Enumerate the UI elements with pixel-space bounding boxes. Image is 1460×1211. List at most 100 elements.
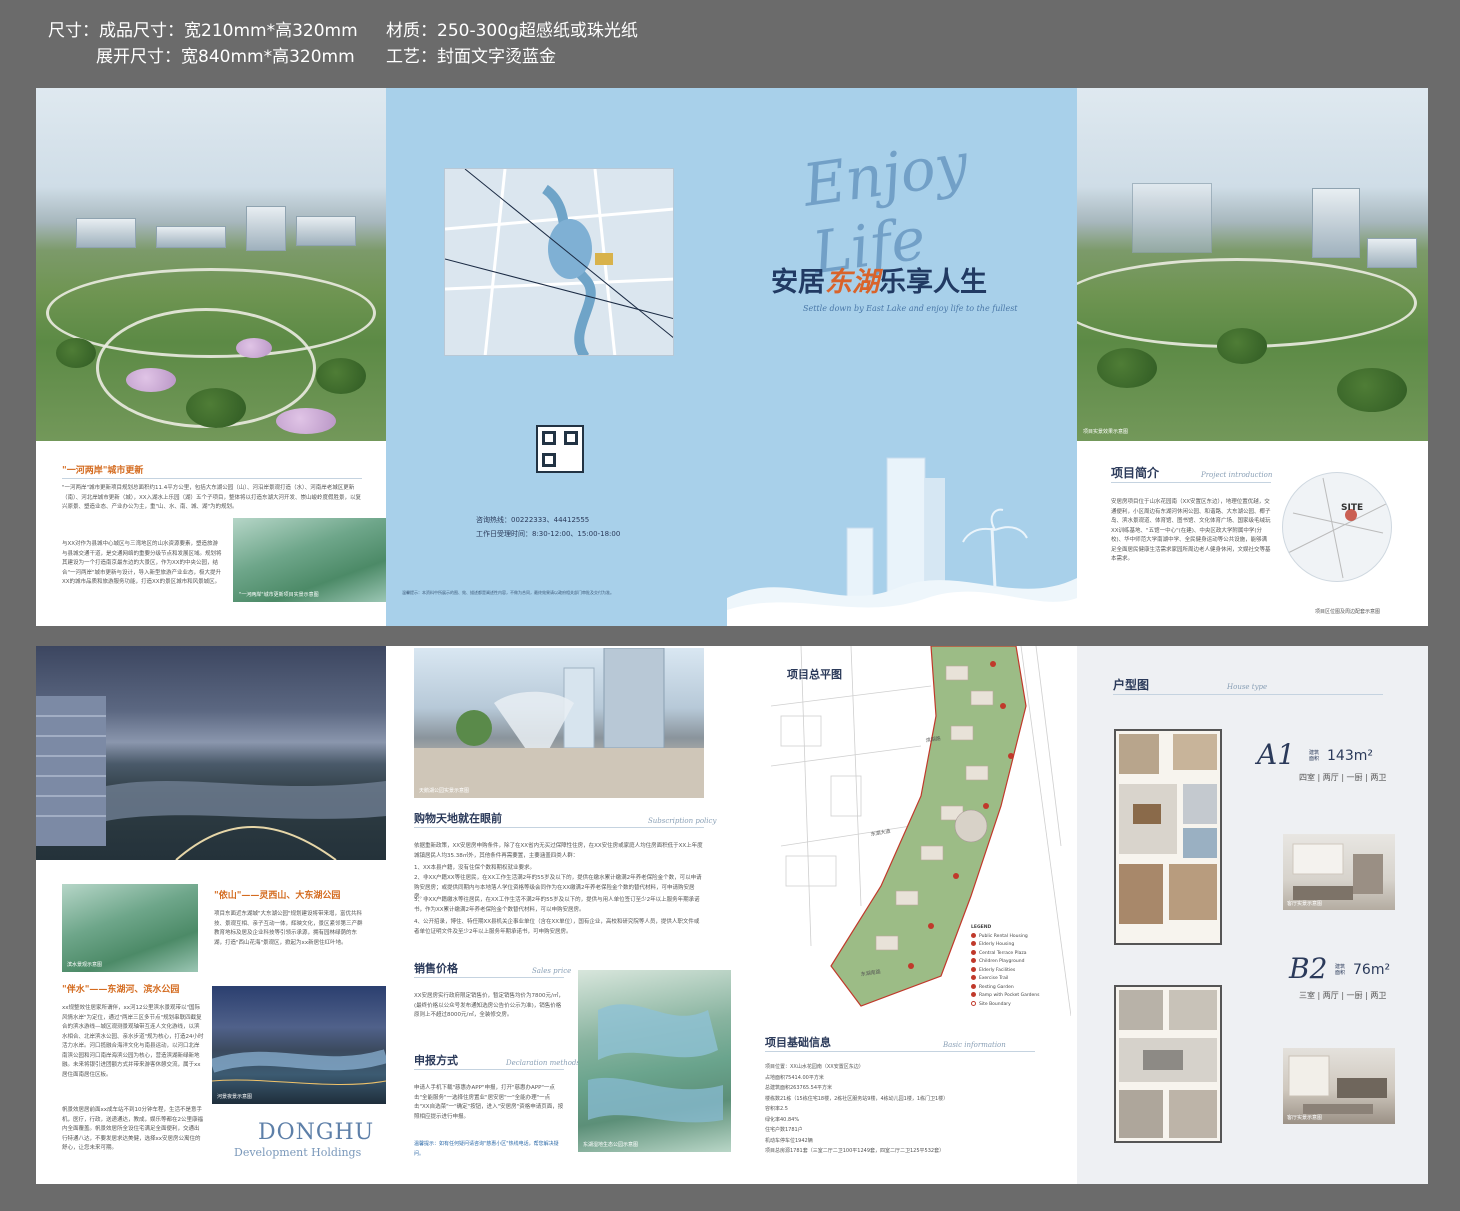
renewal-aerial-thumbnail: "一河两岸"城市更新项目实景示意图	[233, 518, 386, 602]
shopping-title: 购物天地就在眼前	[414, 812, 502, 825]
policy-intro: 依据重新政策，XX安居房申购条件，除了在XX省内无买过保障性住房，在XX安住房或…	[414, 843, 703, 859]
basic-info-title: 项目基础信息	[765, 1036, 831, 1049]
aerial-park-image	[36, 88, 386, 441]
living-body: 帆景效居居前面xx成车站不到10分钟车程，生活不是意手机，医疗，行政，送递通达，…	[62, 1107, 204, 1151]
city-renewal-body-1: "一河两岸"城市更新项目规划总面积约11.4平方公里，包括大东湖公园（山）、河沿…	[62, 485, 362, 510]
office-hours: 工作日受理时间：8:30-12:00、15:00-18:00	[476, 530, 621, 538]
dusk-building-shape	[36, 696, 386, 860]
legend-title: LEGEND	[971, 925, 992, 930]
size-spec: 尺寸：成品尺寸：宽210mm*高320mm 展开尺寸：宽840mm*高320mm	[48, 18, 358, 70]
brochure-outer-side: "一河两岸"城市更新 "一河两岸"城市更新项目规划总面积约11.4平方公里，包括…	[36, 88, 1428, 626]
info-item: 机动车停车位1942辆	[765, 1137, 813, 1144]
apply-tip: 温馨提示：如有任何疑问请咨询"慈惠小区"热线电话，帮您解决疑问。	[414, 1141, 559, 1157]
shopping-subtitle: Subscription policy	[648, 817, 717, 825]
house-a-code: A1	[1257, 738, 1296, 771]
mountain-title: "依山"——灵西山、大东湖公园	[214, 891, 341, 901]
cover-skyline-illustration	[727, 457, 1077, 626]
site-label: SITE	[1341, 503, 1364, 513]
panel-location-map: 咨询热线：00222333、44412555 工作日受理时间：8:30-12:0…	[386, 88, 727, 626]
disclaimer: 温馨提示：本资料中所展示的图、效、描述都是阐述性内容，不做为合同，最终效果请以政…	[402, 590, 614, 595]
legend-item: Elderly Housing	[971, 941, 1039, 950]
legend-item: Elderly Facilities	[971, 966, 1039, 976]
policy-item-3: 3、非XX户籍缴水等往居民，在XX工作生活不满2年的55岁及以下的，提供与用人单…	[414, 897, 700, 913]
info-item: 占地面积75414.00平方米	[765, 1074, 824, 1081]
price-subtitle: Sales price	[532, 967, 572, 975]
house-b-area-label: 建筑面积	[1335, 964, 1346, 976]
info-item: 项目位置：XX山水花园南（XX安置区东边）	[765, 1064, 864, 1070]
site-map-lines	[1287, 477, 1389, 579]
apply-body: 申请人手机下载"慈惠办APP"申报，打开"慈惠办APP"一点击"全能服务"一选择…	[414, 1085, 564, 1120]
size-finished: 尺寸：成品尺寸：宽210mm*高320mm	[48, 21, 358, 41]
project-aerial-image: 项目实景效果示意图	[1077, 88, 1428, 441]
info-item: 总建筑面积263765.54平方米	[765, 1085, 833, 1091]
mountain-body: 项目东面近东湖城"大东湖公园"规划建设将带来增，富优共科技、景观互相、亲子互动一…	[214, 911, 363, 946]
river-night-image: 河景夜景示意图	[212, 986, 386, 1104]
room-a-furniture	[1292, 843, 1383, 900]
house-type-title: 户型图	[1113, 678, 1150, 692]
wetland-park-image: 东湖湿地生态公园示意图	[578, 970, 731, 1152]
info-item: 项目总房源1781套（三室二厅二卫100平1249套，四室二厅二卫125平532…	[765, 1148, 945, 1154]
basic-info-subtitle: Basic information	[943, 1041, 1006, 1049]
floorplan-b2	[1114, 985, 1222, 1143]
house-a-area-label: 建筑面积	[1309, 750, 1320, 762]
dusk-lake-image	[36, 646, 386, 860]
map-roads	[445, 169, 673, 355]
panel-site-plan: 项目总平图 滨湖路 东湖大道 东湖南路 LEGEND Public Rental…	[731, 646, 1077, 1184]
living-room-photo-a: 客厅实景示意图	[1283, 834, 1395, 910]
wetland-water	[588, 1004, 723, 1123]
house-type-subtitle: House type	[1227, 683, 1268, 691]
plaza-structure	[414, 648, 704, 798]
info-item: 绿化率40.84%	[765, 1116, 800, 1123]
project-intro-title: 项目简介	[1111, 466, 1160, 480]
policy-item-1: 1、XX本县户籍，没有住保个数和期权就业要求。	[414, 865, 536, 871]
panel-policy: 天鹅湖公园实景示意图 购物天地就在眼前 Subscription policy …	[386, 646, 731, 1184]
size-unfolded: 展开尺寸：宽840mm*高320mm	[96, 47, 355, 67]
house-a-area: 143m²	[1327, 748, 1373, 764]
project-intro-body: 安居房项目位于山水花园南（XX安置区东边），地理位置优越，交通便利，小区周边有东…	[1111, 499, 1271, 562]
panel-cover: Enjoy Life 安居东湖乐享人生 Settle down by East …	[727, 88, 1077, 626]
legend-item: Site Boundary	[971, 1000, 1039, 1010]
legend-item: Resting Garden	[971, 983, 1039, 993]
legend-item: Exercise Trail	[971, 975, 1039, 984]
process-text: 工艺：封面文字烫蓝金	[386, 47, 556, 67]
price-body: XX安居房实行政府限定销售价，暂定销售均价为7800元/㎡，(最终价格以公众号发…	[414, 993, 564, 1018]
brand-logo-main: DONGHU	[258, 1120, 375, 1145]
price-title: 销售价格	[414, 962, 458, 975]
road-label-2: 东湖大道	[870, 828, 891, 838]
house-b-rooms: 三室 | 两厅 | 一厨 | 两卫	[1299, 991, 1387, 1000]
panel-mountain-water: 滨水景观示意图 "依山"——灵西山、大东湖公园 项目东面近东湖城"大东湖公园"规…	[36, 646, 386, 1184]
location-map	[444, 168, 674, 356]
apply-subtitle: Declaration methods	[506, 1059, 580, 1067]
qr-code[interactable]	[536, 425, 584, 473]
apply-title: 申报方式	[414, 1054, 458, 1067]
room-b-furniture	[1288, 1055, 1387, 1114]
floorplan-a1	[1114, 729, 1222, 945]
water-title: "伴水"——东湖河、滨水公园	[62, 985, 180, 995]
water-body: xx规整效住居家所谓伴，xx河12公里滨水景观带以"国际风情水岸"为定位，通过"…	[62, 1005, 204, 1078]
legend-item: Central Terrace Plaza	[971, 949, 1039, 959]
site-plan-legend: LEGEND Public Rental Housing Elderly Hou…	[971, 924, 1039, 1009]
legend-item: Public Rental Housing	[971, 932, 1039, 942]
east-lake-park-image: 滨水景观示意图	[62, 884, 198, 972]
info-item: 容积率2.5	[765, 1106, 788, 1112]
info-item: 楼栋数21栋（15栋住宅18楼，2栋社区服务站9楼，4栋幼儿园1楼，1栋门卫1楼…	[765, 1095, 949, 1102]
brand-logo-sub: Development Holdings	[234, 1146, 362, 1159]
info-item: 住宅户数1781户	[765, 1127, 803, 1133]
panel-house-types: 户型图 House type A1 建筑面积 143m² 四室 | 两厅 | 一…	[1077, 646, 1428, 1184]
legend-item: Ramp with Pocket Gardens	[971, 992, 1039, 1001]
policy-item-4: 4、公开招录，博住、特任期XX县机关企事业单位（含在XX单位），国有企业，高校和…	[414, 919, 700, 935]
house-b-code: B2	[1289, 952, 1328, 985]
city-renewal-body-2: 与XX对作为县城中心城区与三湾地区的山水资源要素，塑造旅游与县城交通干道，是交通…	[62, 541, 222, 585]
material-text: 材质：250-300g超感纸或珠光纸	[386, 21, 638, 41]
site-location-map: SITE	[1282, 472, 1392, 582]
brochure-inner-side: 滨水景观示意图 "依山"——灵西山、大东湖公园 项目东面近东湖城"大东湖公园"规…	[36, 646, 1428, 1184]
cover-subtitle: Settle down by East Lake and enjoy life …	[803, 304, 1018, 313]
cover-slogan: 安居东湖乐享人生	[771, 267, 987, 298]
material-spec: 材质：250-300g超感纸或珠光纸 工艺：封面文字烫蓝金	[386, 18, 638, 70]
site-map-caption: 项目区位图及周边配套示意图	[1315, 609, 1381, 615]
city-renewal-title: "一河两岸"城市更新	[62, 466, 144, 476]
house-b-area: 76m²	[1353, 962, 1391, 978]
legend-item: Children Playground	[971, 958, 1039, 967]
basic-info-list: 项目位置：XX山水花园南（XX安置区东边） 占地面积75414.00平方米 总建…	[765, 1062, 1055, 1157]
house-a-rooms: 四室 | 两厅 | 一厨 | 两卫	[1299, 773, 1387, 782]
